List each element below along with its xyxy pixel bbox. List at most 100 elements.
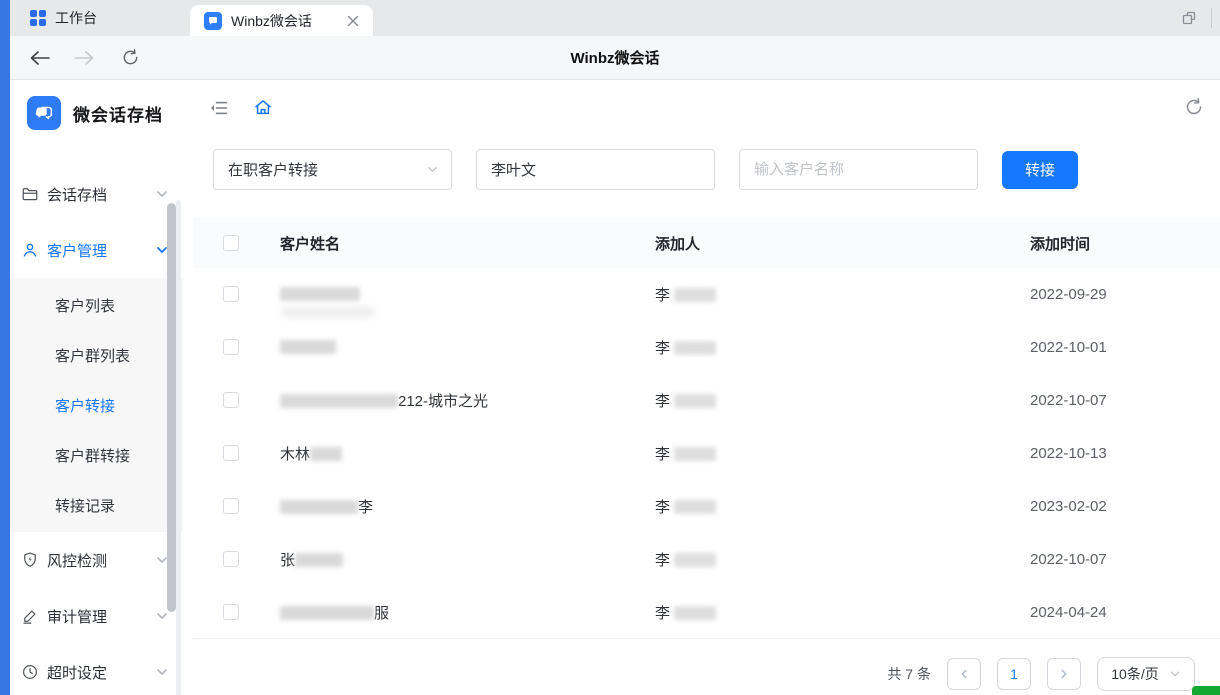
corner-toast-peek	[1192, 686, 1220, 695]
select-all-checkbox[interactable]	[223, 235, 239, 251]
folder-icon	[21, 185, 39, 203]
pagination-bar: 共 7 条 1 10条/页	[193, 657, 1195, 691]
main-content: 在职客户转接 转接 客户姓名 添加人	[193, 80, 1220, 695]
app-window: 工作台 Winbz微会话 Winbz微会话	[0, 0, 1220, 695]
date-cell: 2022-10-07	[1030, 551, 1220, 568]
column-header-adder: 添加人	[655, 233, 1030, 254]
sidebar-submenu-item[interactable]: 客户转接	[10, 380, 183, 430]
app-name: 微会话存档	[73, 101, 163, 126]
row-checkbox[interactable]	[223, 551, 239, 567]
redacted-adder-blur	[674, 288, 716, 302]
page-title: Winbz微会话	[10, 47, 1220, 68]
chat-icon	[204, 12, 222, 30]
filter-bar: 在职客户转接 转接	[213, 149, 1220, 190]
sidebar-item-session-archive[interactable]: 会话存档	[10, 166, 183, 222]
customer-name-cell	[280, 339, 655, 356]
tab-winbz-active[interactable]: Winbz微会话	[190, 5, 373, 36]
table-row[interactable]: 张 李 2022-10-07	[193, 533, 1220, 586]
edit-icon	[21, 607, 39, 625]
menu-fold-icon[interactable]	[208, 97, 230, 119]
sidebar-item-timeout-setting[interactable]: 超时设定	[10, 644, 183, 695]
sidebar-submenu-item[interactable]: 转接记录	[10, 480, 183, 530]
page-size-select[interactable]: 10条/页	[1097, 657, 1195, 691]
restore-window-icon[interactable]	[1181, 10, 1197, 26]
redacted-adder-blur	[674, 500, 716, 514]
home-icon[interactable]	[252, 97, 274, 119]
page-number-button[interactable]: 1	[997, 658, 1031, 690]
content-header	[193, 80, 1220, 135]
customer-name-cell: 服	[280, 602, 655, 623]
refresh-icon[interactable]	[1183, 96, 1205, 118]
redacted-adder-blur	[674, 341, 716, 355]
chevron-down-icon	[155, 665, 169, 679]
redacted-name-blur	[310, 447, 342, 461]
row-checkbox[interactable]	[223, 445, 239, 461]
sidebar-submenu-label: 客户转接	[55, 395, 115, 416]
total-count: 共 7 条	[887, 664, 931, 684]
row-checkbox[interactable]	[223, 286, 239, 302]
table-row[interactable]: 李 李 2023-02-02	[193, 480, 1220, 533]
adder-cell: 李	[655, 284, 1030, 305]
sidebar-item-risk-detection[interactable]: 风控检测	[10, 532, 183, 588]
page-size-value: 10条/页	[1111, 664, 1158, 684]
sidebar-submenu-label: 客户列表	[55, 295, 115, 316]
date-cell: 2022-09-29	[1030, 286, 1220, 303]
table-row[interactable]: 服 李 2024-04-24	[193, 586, 1220, 639]
chevron-down-icon	[426, 163, 439, 176]
sidebar-item-label: 审计管理	[47, 606, 155, 627]
adder-cell: 李	[655, 602, 1030, 623]
transfer-button[interactable]: 转接	[1002, 151, 1078, 189]
prev-page-button[interactable]	[947, 658, 981, 690]
table-row[interactable]: 木林 李 2022-10-13	[193, 427, 1220, 480]
window-edge-strip	[0, 0, 10, 695]
adder-cell: 李	[655, 443, 1030, 464]
staff-name-input[interactable]	[491, 161, 702, 178]
sidebar: 微会话存档 会话存档 客户管理	[10, 80, 183, 695]
row-checkbox[interactable]	[223, 498, 239, 514]
chevron-down-icon	[155, 187, 169, 201]
tab-workbench-label: 工作台	[55, 8, 97, 28]
sidebar-submenu-item[interactable]: 客户列表	[10, 280, 183, 330]
sidebar-submenu-item[interactable]: 客户群列表	[10, 330, 183, 380]
adder-cell: 李	[655, 549, 1030, 570]
redacted-name-blur	[280, 340, 336, 354]
table-row[interactable]: 212-城市之光 李 2022-10-07	[193, 374, 1220, 427]
row-checkbox[interactable]	[223, 604, 239, 620]
table-row[interactable]: 李 2022-09-29	[193, 268, 1220, 321]
navigation-bar: Winbz微会话	[10, 36, 1220, 80]
redacted-name-blur-line2	[282, 307, 374, 317]
sidebar-submenu-item[interactable]: 客户群转接	[10, 430, 183, 480]
back-arrow-icon[interactable]	[26, 44, 54, 72]
sidebar-item-audit-management[interactable]: 审计管理	[10, 588, 183, 644]
sidebar-item-label: 会话存档	[47, 184, 155, 205]
transfer-type-select[interactable]: 在职客户转接	[213, 149, 452, 190]
customer-name-cell: 张	[280, 549, 655, 570]
forward-arrow-icon[interactable]	[70, 44, 98, 72]
row-checkbox[interactable]	[223, 392, 239, 408]
user-icon	[21, 241, 39, 259]
redacted-adder-blur	[674, 606, 716, 620]
close-icon[interactable]	[345, 13, 361, 29]
sidebar-item-customer-management[interactable]: 客户管理	[10, 222, 183, 278]
content-scrollbar-track[interactable]	[176, 200, 181, 695]
reload-icon[interactable]	[116, 44, 144, 72]
tab-winbz-label: Winbz微会话	[231, 11, 336, 31]
sidebar-item-label: 超时设定	[47, 662, 155, 683]
next-page-button[interactable]	[1047, 658, 1081, 690]
redacted-name-blur	[280, 287, 360, 301]
window-controls	[1181, 0, 1212, 36]
customer-name-input[interactable]	[754, 161, 965, 178]
window-controls-divider	[1211, 8, 1212, 28]
column-header-date: 添加时间	[1030, 233, 1220, 254]
shield-icon	[21, 551, 39, 569]
table-row[interactable]: 李 2022-10-01	[193, 321, 1220, 374]
sidebar-scrollbar-thumb[interactable]	[167, 203, 176, 612]
redacted-name-blur	[280, 394, 398, 408]
row-checkbox[interactable]	[223, 339, 239, 355]
clock-icon	[21, 663, 39, 681]
redacted-name-blur	[280, 500, 358, 514]
tab-workbench[interactable]: 工作台	[10, 0, 115, 36]
adder-cell: 李	[655, 390, 1030, 411]
date-cell: 2022-10-07	[1030, 392, 1220, 409]
redacted-name-blur	[280, 606, 374, 620]
